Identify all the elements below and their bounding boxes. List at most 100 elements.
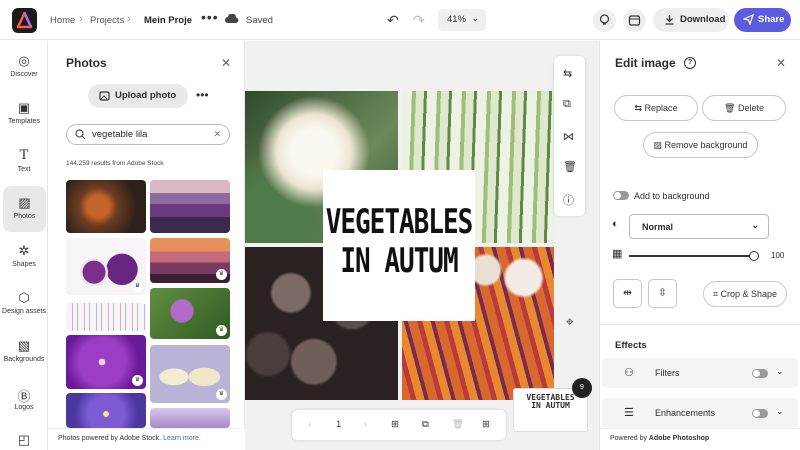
more-icon[interactable]: •••: [196, 88, 209, 102]
blend-mode-select[interactable]: Normal ⌄: [629, 214, 769, 239]
enhancements-icon: ☰: [624, 407, 634, 419]
redo-icon[interactable]: ↷: [413, 12, 425, 29]
rail-item-text[interactable]: T Text: [0, 148, 48, 173]
duplicate-icon[interactable]: ⧉: [563, 98, 571, 111]
undo-icon[interactable]: ↶: [387, 12, 399, 29]
premium-crown-icon: ♛: [132, 375, 143, 386]
flip-vertical-button[interactable]: ⇳: [648, 279, 677, 308]
rail-item-templates[interactable]: ▣ Templates: [0, 100, 48, 125]
stock-photo-thumb[interactable]: [150, 180, 230, 233]
rail-item-shapes[interactable]: ✲ Shapes: [0, 243, 48, 268]
grid-view-icon[interactable]: ⊞: [482, 419, 490, 430]
rail-item-logos[interactable]: Ⓑ Logos: [0, 386, 48, 411]
share-button[interactable]: Share: [734, 8, 791, 32]
stock-photo-thumb[interactable]: [150, 408, 230, 428]
edit-image-title: Edit image: [615, 56, 676, 70]
rail-item-backgrounds[interactable]: ▧ Backgrounds: [0, 338, 48, 363]
stock-photo-thumb[interactable]: [66, 180, 146, 233]
next-page-icon[interactable]: ›: [364, 419, 367, 430]
stock-photo-thumb[interactable]: ♛: [66, 238, 146, 295]
rail-item-label: Templates: [8, 118, 40, 125]
powered-by-text: Powered by: [610, 435, 647, 442]
stock-photo-thumb[interactable]: [66, 393, 146, 428]
photos-panel-footer: Photos powered by Adobe Stock. Learn mor…: [48, 428, 245, 450]
filters-toggle[interactable]: [752, 369, 768, 378]
schedule-button[interactable]: [623, 9, 646, 32]
opacity-slider-handle[interactable]: [749, 251, 759, 261]
enhancements-toggle[interactable]: [752, 409, 768, 418]
flip-horizontal-button[interactable]: ⇹: [613, 279, 642, 308]
zoom-select[interactable]: 41% ⌄: [438, 9, 486, 31]
blend-mode-value: Normal: [642, 222, 674, 232]
rail-item-label: Design assets: [2, 308, 46, 315]
filters-row[interactable]: ⚇ Filters ⌄: [602, 358, 798, 388]
stock-photo-thumb[interactable]: ♛: [150, 288, 230, 339]
replace-button[interactable]: ⇆ Replace: [614, 95, 698, 121]
delete-page-icon[interactable]: 🗑: [452, 419, 464, 430]
replace-label: Replace: [644, 103, 678, 113]
adobe-express-logo-icon: [16, 11, 33, 29]
add-page-icon[interactable]: ⊞: [391, 419, 399, 430]
move-icon[interactable]: ✥: [566, 317, 574, 328]
download-label: Download: [680, 14, 726, 25]
premium-crown-icon: ♛: [132, 281, 143, 292]
templates-icon: ▣: [17, 100, 31, 115]
rail-item-label: Logos: [14, 404, 34, 411]
rail-item-label: Discover: [10, 71, 38, 78]
app-logo[interactable]: [12, 8, 37, 33]
chevron-down-icon[interactable]: ⌄: [776, 406, 784, 417]
lightbulb-button[interactable]: [593, 9, 616, 32]
close-icon[interactable]: ✕: [776, 56, 786, 70]
delete-button[interactable]: 🗑 Delete: [702, 95, 786, 121]
breadcrumb-home[interactable]: Home: [50, 15, 75, 26]
remove-background-button[interactable]: ▨ Remove background: [643, 132, 758, 158]
upload-photo-label: Upload photo: [115, 90, 177, 101]
rail-item-label: Photos: [13, 213, 36, 220]
divider: [600, 324, 800, 325]
add-to-background-toggle[interactable]: [613, 191, 629, 200]
clear-search-icon[interactable]: ✕: [213, 129, 221, 140]
enhancements-row[interactable]: ☰ Enhancements ⌄: [602, 398, 798, 428]
swap-icon[interactable]: ⇆: [563, 67, 572, 80]
more-options-icon[interactable]: •••: [201, 9, 219, 25]
opacity-value: 100: [771, 251, 785, 260]
stock-photo-thumb[interactable]: ♛: [150, 238, 230, 283]
rail-item-label: Shapes: [12, 261, 36, 268]
info-icon[interactable]: ⓘ: [563, 192, 574, 208]
close-icon[interactable]: ✕: [221, 56, 231, 70]
chevron-down-icon[interactable]: ⌄: [776, 366, 784, 377]
search-input[interactable]: vegetable lila ✕: [66, 124, 230, 145]
prev-page-icon[interactable]: ‹: [308, 419, 311, 430]
rail-item-label: Backgrounds: [3, 356, 45, 363]
stock-photo-thumb[interactable]: ♛: [150, 345, 230, 403]
upload-photo-icon: [99, 91, 110, 101]
help-icon[interactable]: ?: [684, 57, 696, 69]
upload-photo-button[interactable]: Upload photo: [88, 84, 188, 108]
filters-icon: ⚇: [624, 367, 634, 379]
duplicate-page-icon[interactable]: ⧉: [422, 419, 429, 430]
blend-mode-icon: ◐: [612, 218, 619, 230]
learn-more-link[interactable]: Learn more.: [163, 435, 201, 442]
floating-toolbar: ⇆ ⧉ ⋈ 🗑 ⓘ: [554, 56, 585, 216]
stock-photo-thumb[interactable]: ♛: [66, 335, 146, 389]
breadcrumb-project-name[interactable]: Mein Proje: [144, 15, 192, 26]
search-icon: [75, 129, 86, 140]
download-button[interactable]: Download: [653, 8, 729, 32]
rail-item-more[interactable]: ◰: [0, 432, 48, 450]
canvas-title-text[interactable]: VEGETABLES IN AUTUM: [323, 203, 475, 281]
enhancements-label: Enhancements: [655, 408, 716, 418]
rail-item-discover[interactable]: ◎ Discover: [0, 53, 48, 78]
title-text-box[interactable]: VEGETABLES IN AUTUM: [323, 170, 475, 321]
crop-and-shape-button[interactable]: ⌗ Crop & Shape: [703, 281, 787, 307]
text-icon: T: [19, 148, 29, 163]
arrange-icon[interactable]: ⋈: [563, 130, 574, 143]
opacity-slider-track[interactable]: [629, 255, 753, 257]
crop-icon: ⌗: [712, 289, 718, 299]
breadcrumb-projects[interactable]: Projects: [90, 15, 124, 26]
calendar-icon: [628, 15, 641, 26]
stock-photo-thumb[interactable]: [66, 303, 146, 331]
add-to-background-label: Add to background: [634, 191, 710, 201]
trash-icon[interactable]: 🗑: [563, 160, 577, 173]
rail-item-design-assets[interactable]: ⬡ Design assets: [0, 290, 48, 315]
rail-item-photos[interactable]: ▨ Photos: [3, 186, 46, 232]
